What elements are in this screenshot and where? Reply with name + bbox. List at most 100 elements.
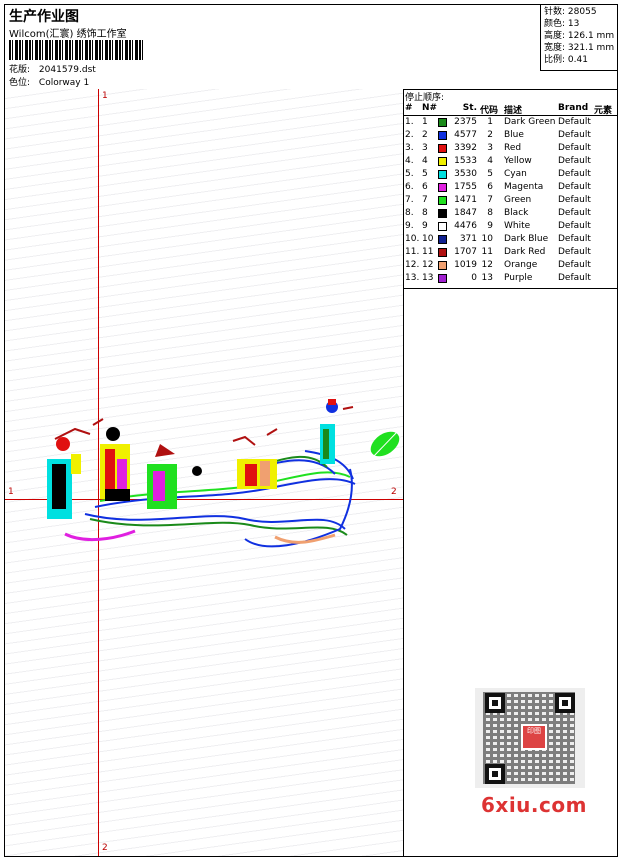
row-code: 1: [487, 117, 493, 127]
color-swatch: [438, 248, 447, 257]
color-swatch: [438, 222, 447, 231]
row-brand: Default: [558, 130, 591, 140]
row-needle: 9: [422, 221, 428, 231]
color-swatch: [438, 144, 447, 153]
row-stitches: 1847: [454, 208, 477, 218]
row-code: 9: [487, 221, 493, 231]
row-description: Black: [504, 208, 529, 218]
row-code: 2: [487, 130, 493, 140]
row-num: 2.: [405, 130, 414, 140]
row-brand: Default: [558, 208, 591, 218]
row-num: 1.: [405, 117, 414, 127]
table-row: 3. 3 3392 3 Red Default: [404, 143, 617, 156]
row-description: Dark Green: [504, 117, 556, 127]
production-worksheet: 生产作业图 Wilcom(汇寰) 绣饰工作室 花版: 2041579.dst 色…: [4, 4, 618, 857]
figure-1: [47, 437, 81, 519]
row-num: 11.: [405, 247, 420, 257]
row-code: 13: [481, 273, 493, 283]
stop-sequence-title: 停止顺序:: [405, 93, 445, 103]
row-description: Magenta: [504, 182, 544, 192]
row-stitches: 4577: [454, 130, 477, 140]
barcode: [9, 40, 145, 60]
watermark-site: 6xiu.com: [481, 793, 587, 817]
colorway-line: 色位: Colorway 1: [9, 75, 89, 88]
row-description: Green: [504, 195, 532, 205]
header: 生产作业图 Wilcom(汇寰) 绣饰工作室 花版: 2041579.dst 色…: [5, 5, 617, 90]
row-brand: Default: [558, 117, 591, 127]
colorway-label: 色位:: [9, 78, 31, 88]
stat-scale: 比例: 0.41: [544, 55, 588, 65]
page-title: 生产作业图: [9, 9, 79, 25]
leaf: [370, 430, 400, 458]
design-label: 花版:: [9, 65, 31, 75]
row-code: 8: [487, 208, 493, 218]
table-row: 6. 6 1755 6 Magenta Default: [404, 182, 617, 195]
qr-code: 印图: [475, 688, 585, 788]
figure-5: [320, 399, 338, 464]
color-swatch: [438, 157, 447, 166]
row-stitches: 1707: [454, 247, 477, 257]
row-code: 4: [487, 156, 493, 166]
company-name: Wilcom(汇寰) 绣饰工作室: [9, 29, 127, 40]
row-brand: Default: [558, 260, 591, 270]
row-brand: Default: [558, 247, 591, 257]
row-num: 9.: [405, 221, 414, 231]
col-header-desc: 描述: [504, 106, 523, 116]
col-header-num: #: [405, 103, 413, 113]
color-swatch: [438, 196, 447, 205]
stat-width: 宽度: 321.1 mm: [544, 43, 615, 53]
colorway-value: Colorway 1: [38, 78, 90, 88]
row-stitches: 3530: [454, 169, 477, 179]
row-description: Cyan: [504, 169, 527, 179]
row-needle: 4: [422, 156, 428, 166]
row-code: 11: [481, 247, 493, 257]
row-code: 6: [487, 182, 493, 192]
row-code: 10: [481, 234, 493, 244]
stat-stitches: 针数: 28055: [544, 7, 597, 17]
row-brand: Default: [558, 234, 591, 244]
branches: [54, 406, 354, 446]
table-row: 7. 7 1471 7 Green Default: [404, 195, 617, 208]
row-needle: 6: [422, 182, 428, 192]
stat-colors: 颜色: 13: [544, 19, 580, 29]
qr-finder-tl: [485, 693, 505, 713]
col-header-st: St.: [462, 103, 477, 113]
row-description: Red: [504, 143, 522, 153]
row-stitches: 371: [459, 234, 477, 244]
col-header-n: N#: [422, 103, 438, 113]
row-stitches: 0: [471, 273, 477, 283]
figure-4: [237, 459, 277, 489]
row-num: 12.: [405, 260, 420, 270]
color-swatch: [438, 131, 447, 140]
row-brand: Default: [558, 273, 591, 283]
embroidery-design: [47, 399, 400, 548]
table-row: 4. 4 1533 4 Yellow Default: [404, 156, 617, 169]
row-brand: Default: [558, 195, 591, 205]
row-num: 8.: [405, 208, 414, 218]
row-brand: Default: [558, 143, 591, 153]
color-swatch: [438, 183, 447, 192]
row-needle: 8: [422, 208, 428, 218]
row-stitches: 1533: [454, 156, 477, 166]
row-needle: 1: [422, 117, 428, 127]
row-needle: 13: [422, 273, 434, 283]
row-description: Yellow: [504, 156, 532, 166]
design-line: 花版: 2041579.dst: [9, 62, 96, 75]
qr-finder-tr: [555, 693, 575, 713]
color-swatch: [438, 209, 447, 218]
color-swatch: [438, 235, 447, 244]
row-description: Orange: [504, 260, 538, 270]
row-description: Dark Red: [504, 247, 546, 257]
row-stitches: 1755: [454, 182, 477, 192]
row-num: 7.: [405, 195, 414, 205]
row-needle: 5: [422, 169, 428, 179]
row-num: 6.: [405, 182, 414, 192]
col-header-element: 元素: [594, 106, 613, 116]
row-description: Purple: [504, 273, 533, 283]
stop-sequence-table: 停止顺序: # N# St. 代码 描述 Brand 元素 1. 1 2375 1 Da…: [404, 89, 617, 289]
figure-3: [147, 444, 202, 509]
row-brand: Default: [558, 169, 591, 179]
table-row: 1. 1 2375 1 Dark Green Default: [404, 117, 617, 130]
table-row: 9. 9 4476 9 White Default: [404, 221, 617, 234]
row-code: 7: [487, 195, 493, 205]
